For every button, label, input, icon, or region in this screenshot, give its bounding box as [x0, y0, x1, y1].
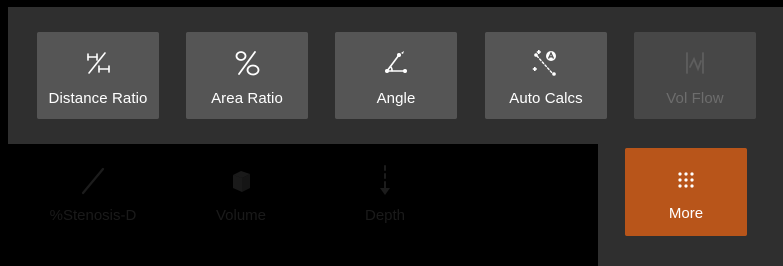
depth-button[interactable]: Depth — [320, 150, 450, 250]
auto-calcs-label: Auto Calcs — [509, 90, 583, 107]
vol-flow-label: Vol Flow — [666, 90, 724, 107]
vol-flow-button[interactable]: Vol Flow — [634, 32, 756, 119]
vol-flow-icon — [634, 48, 756, 78]
angle-icon — [335, 48, 457, 78]
percent-icon — [186, 48, 308, 78]
stenosis-d-button[interactable]: %Stenosis-D — [28, 150, 158, 250]
stenosis-d-label: %Stenosis-D — [49, 207, 137, 224]
auto-calcs-icon — [485, 48, 607, 78]
grid-dots-icon — [625, 168, 747, 192]
volume-button[interactable]: Volume — [176, 150, 306, 250]
auto-calcs-button[interactable]: Auto Calcs — [485, 32, 607, 119]
stenosis-line-icon — [28, 164, 158, 198]
depth-label: Depth — [364, 207, 406, 224]
area-ratio-label: Area Ratio — [211, 90, 283, 107]
more-label: More — [668, 205, 704, 222]
measurement-toolbar: Distance Ratio Area Ratio Angle Auto Cal… — [0, 0, 783, 266]
depth-icon — [320, 164, 450, 198]
volume-label: Volume — [215, 207, 267, 224]
distance-ratio-label: Distance Ratio — [48, 90, 148, 107]
more-button[interactable]: More — [625, 148, 747, 236]
cube-icon — [176, 164, 306, 198]
area-ratio-button[interactable]: Area Ratio — [186, 32, 308, 119]
distance-ratio-button[interactable]: Distance Ratio — [37, 32, 159, 119]
distance-ratio-icon — [37, 48, 159, 78]
angle-label: Angle — [376, 90, 416, 107]
angle-button[interactable]: Angle — [335, 32, 457, 119]
